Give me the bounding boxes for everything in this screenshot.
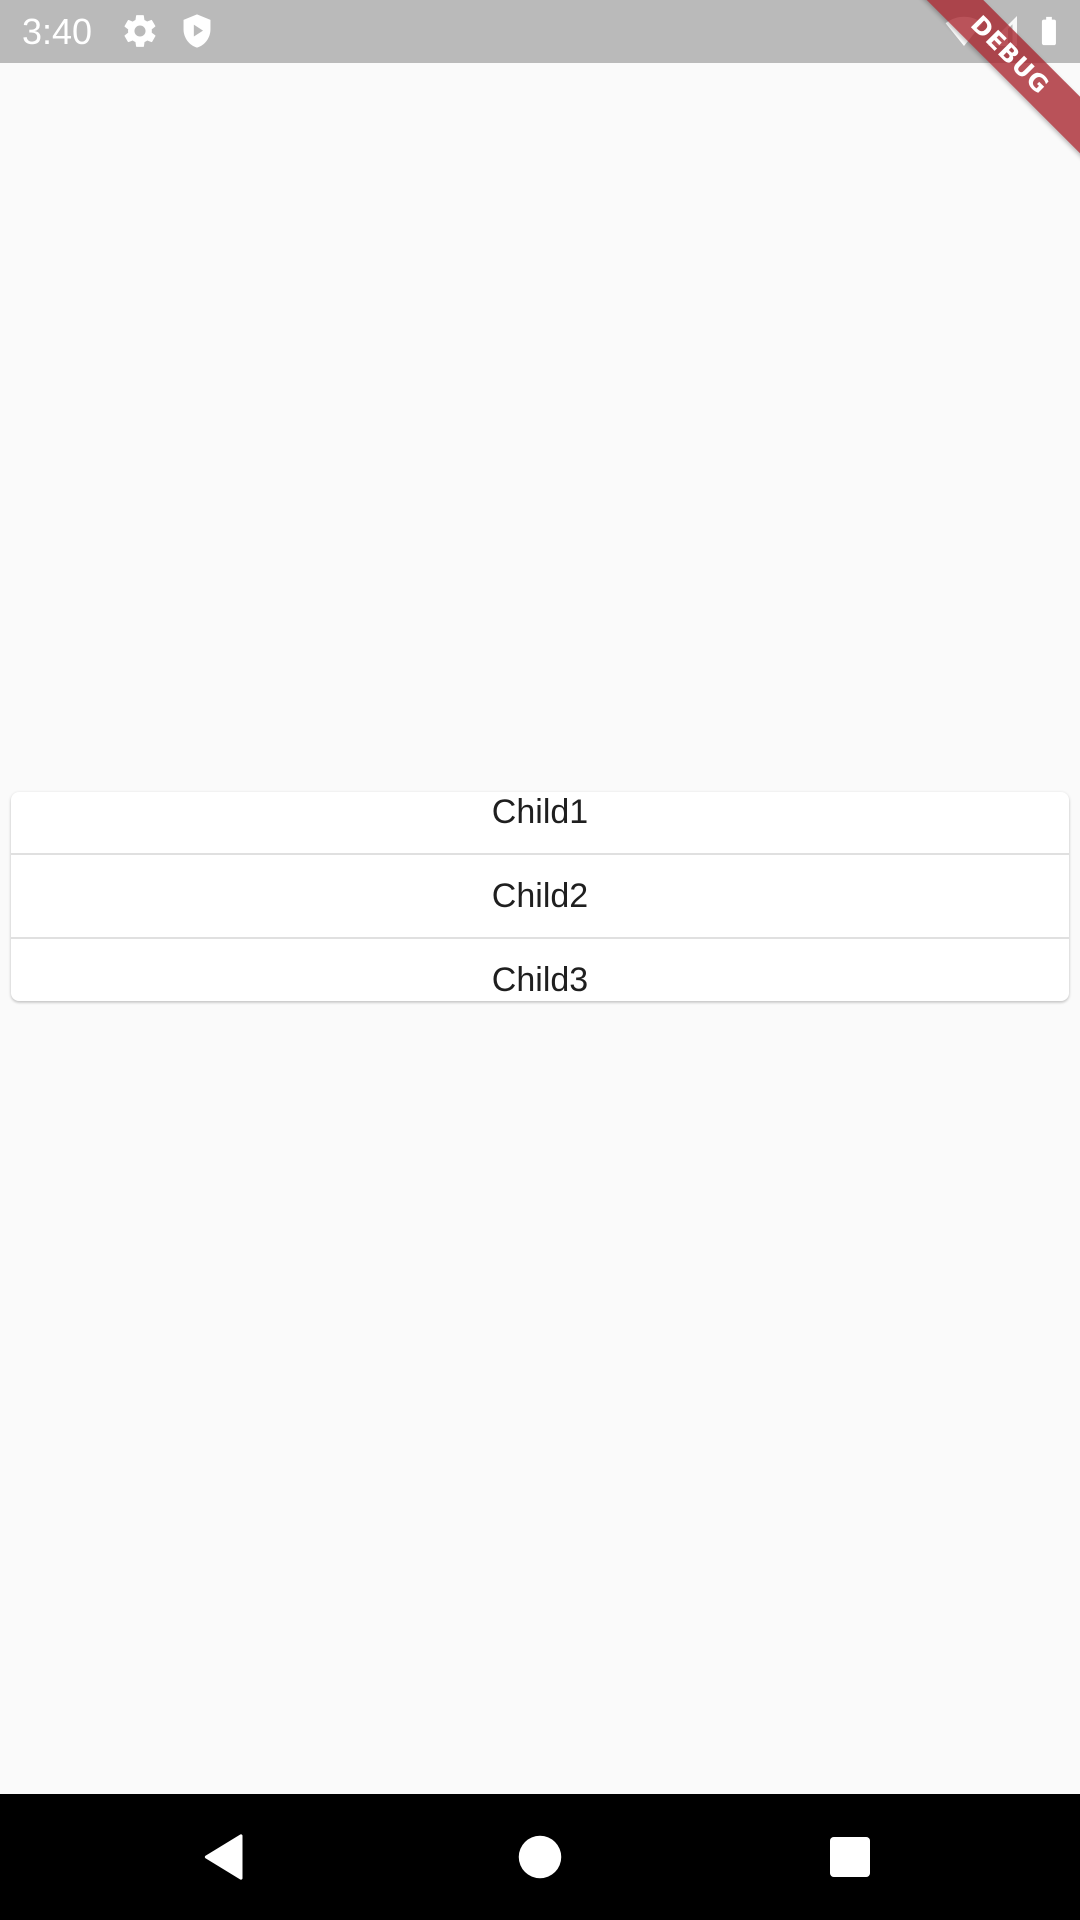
status-time: 3:40 xyxy=(22,11,93,52)
recents-icon[interactable] xyxy=(820,1827,880,1887)
shield-play-icon xyxy=(178,12,216,50)
navigation-bar xyxy=(0,1794,1080,1920)
back-icon[interactable] xyxy=(195,1827,255,1887)
status-bar: 3:40 xyxy=(0,0,1080,63)
list-item-child2[interactable]: Child2 xyxy=(11,876,1069,916)
home-icon[interactable] xyxy=(510,1827,570,1887)
child-list-card: Child1 Child2 Child3 xyxy=(11,792,1069,1001)
list-divider xyxy=(11,853,1069,855)
list-item-child3[interactable]: Child3 xyxy=(11,960,1069,1000)
list-item-child1[interactable]: Child1 xyxy=(11,792,1069,832)
battery-icon xyxy=(1032,12,1066,50)
list-divider xyxy=(11,937,1069,939)
gear-icon xyxy=(121,12,159,50)
